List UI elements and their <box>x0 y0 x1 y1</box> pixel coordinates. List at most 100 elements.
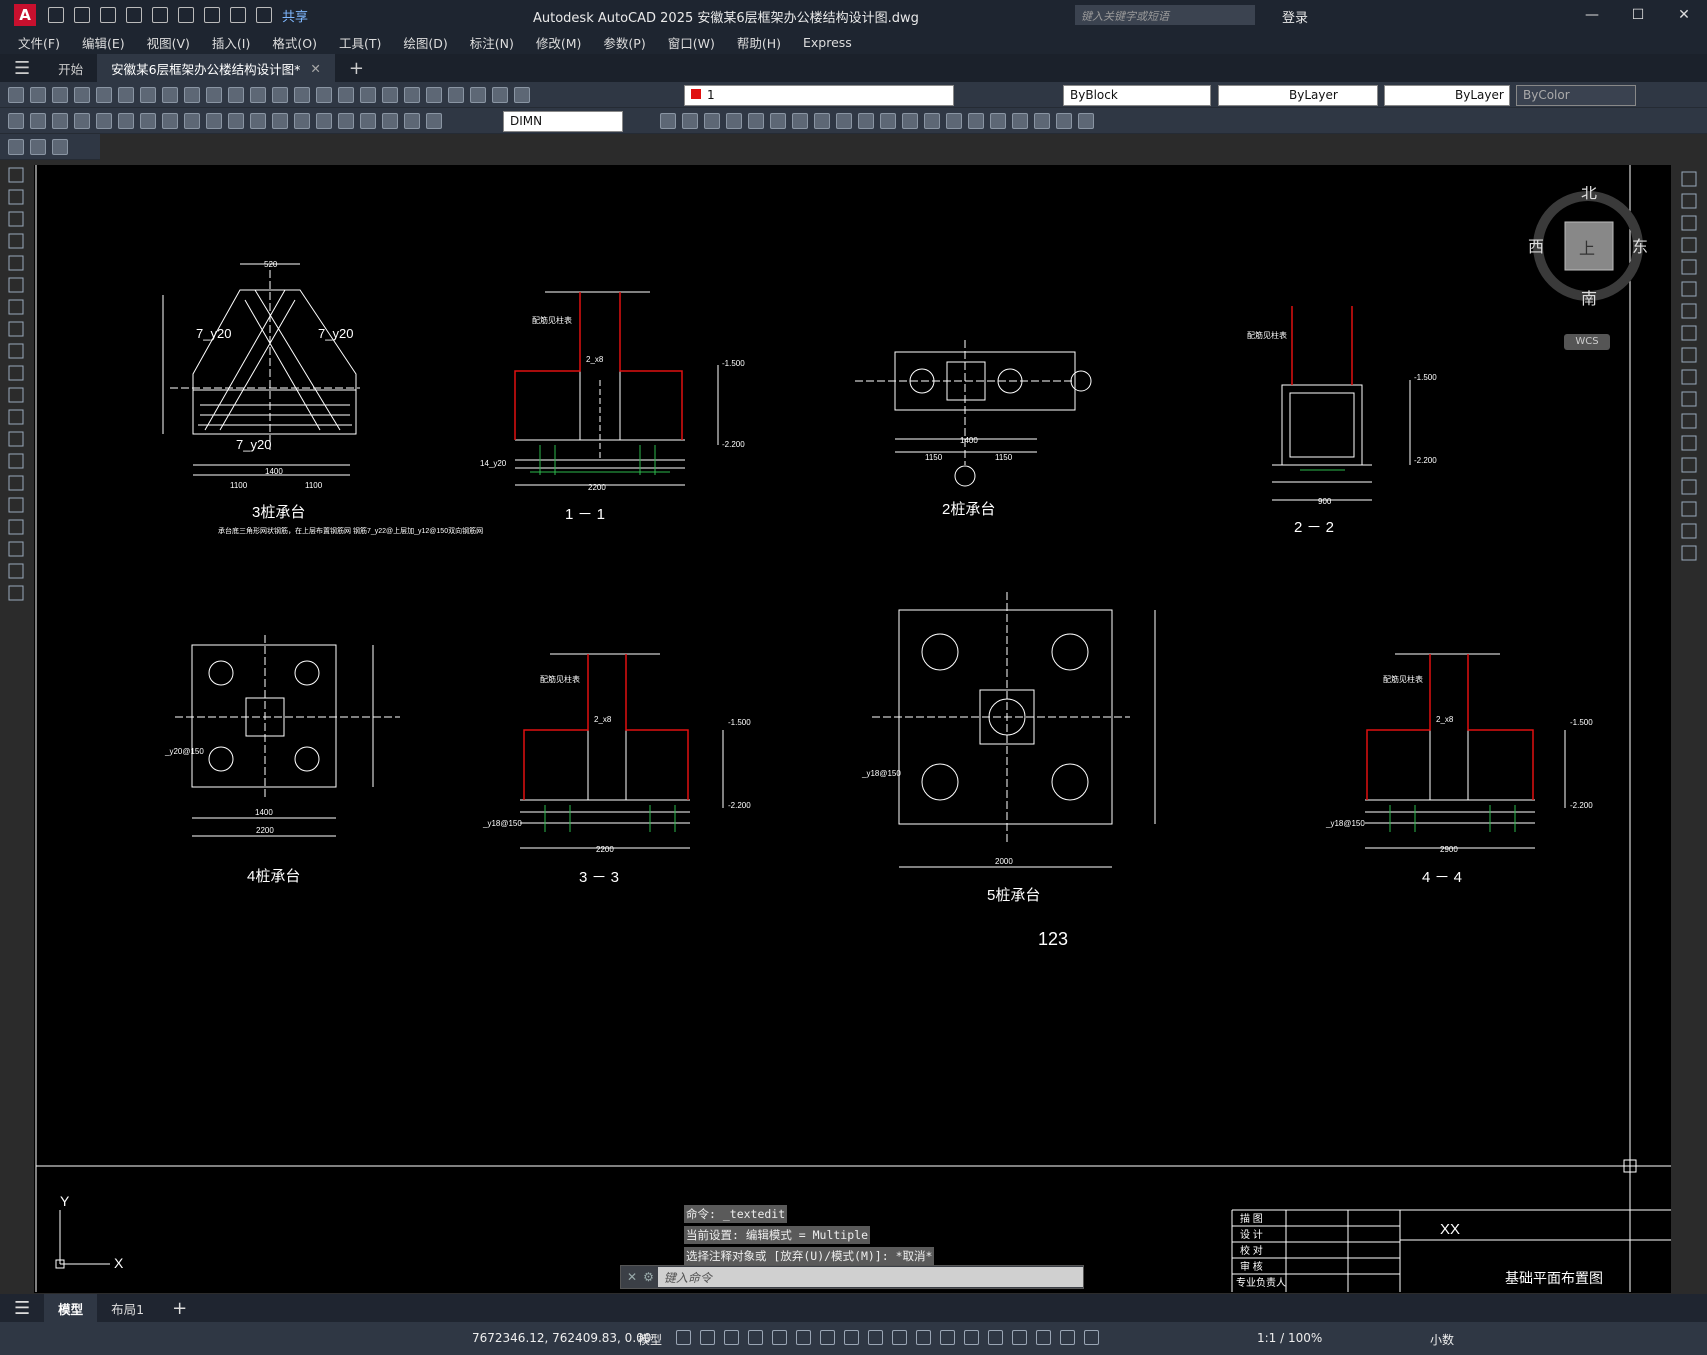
explode-icon[interactable] <box>968 113 984 129</box>
markup-icon[interactable] <box>448 87 464 103</box>
app-menu-icon[interactable]: ☰ <box>0 54 44 82</box>
transparency-icon[interactable] <box>916 1330 931 1345</box>
polygon-icon[interactable] <box>8 233 24 249</box>
login-button[interactable]: 登录 <box>1282 7 1308 26</box>
tool-palette-icon[interactable] <box>404 87 420 103</box>
add-layout-icon[interactable]: + <box>158 1294 201 1322</box>
open-icon[interactable] <box>30 87 46 103</box>
menu-file[interactable]: 文件(F) <box>18 33 60 52</box>
properties-icon[interactable] <box>360 87 376 103</box>
dim-break-icon[interactable] <box>272 113 288 129</box>
dim-arc-icon[interactable] <box>52 113 68 129</box>
units-select[interactable]: 小数 <box>1430 1331 1454 1348</box>
image-icon[interactable] <box>1056 113 1072 129</box>
copy-obj-icon[interactable] <box>660 113 676 129</box>
zoom-prev-icon[interactable] <box>338 87 354 103</box>
extend-icon[interactable] <box>1681 391 1697 407</box>
dim-jogged-icon[interactable] <box>118 113 134 129</box>
dimstyle-select[interactable]: DIMN <box>503 111 623 132</box>
infer-icon[interactable] <box>724 1330 739 1345</box>
move-icon[interactable] <box>1681 281 1697 297</box>
selection-filter-icon[interactable] <box>1012 1330 1027 1345</box>
minimize-icon[interactable]: — <box>1569 0 1615 30</box>
line-icon[interactable] <box>8 167 24 183</box>
array-icon[interactable] <box>1681 259 1697 275</box>
dim-space-icon[interactable] <box>250 113 266 129</box>
3dosnap-icon[interactable] <box>964 1330 979 1345</box>
open-icon[interactable] <box>74 7 90 23</box>
osnap-icon[interactable] <box>868 1330 883 1345</box>
new-icon[interactable] <box>8 87 24 103</box>
isodraft-icon[interactable] <box>820 1330 835 1345</box>
snap-icon[interactable] <box>700 1330 715 1345</box>
menu-edit[interactable]: 编辑(E) <box>82 33 125 52</box>
chamfer-icon[interactable] <box>1681 479 1697 495</box>
dim-angular-icon[interactable] <box>162 113 178 129</box>
dim-radius-icon[interactable] <box>96 113 112 129</box>
save-icon[interactable] <box>52 87 68 103</box>
menu-parametric[interactable]: 参数(P) <box>603 33 645 52</box>
undo-icon[interactable] <box>228 87 244 103</box>
fillet-icon[interactable] <box>1681 501 1697 517</box>
spline-icon[interactable] <box>8 343 24 359</box>
redo-icon[interactable] <box>256 7 272 23</box>
arc-icon[interactable] <box>8 277 24 293</box>
insert-block-icon[interactable] <box>8 409 24 425</box>
gradient-icon[interactable] <box>8 497 24 513</box>
xref-icon[interactable] <box>1034 113 1050 129</box>
save-web-icon[interactable] <box>178 7 194 23</box>
close-icon[interactable]: ✕ <box>1661 0 1707 30</box>
dim-baseline-icon[interactable] <box>206 113 222 129</box>
attach-icon[interactable] <box>1078 113 1094 129</box>
revcloud-icon[interactable] <box>8 321 24 337</box>
grid-icon[interactable] <box>676 1330 691 1345</box>
copy-icon[interactable] <box>162 87 178 103</box>
table-icon[interactable] <box>8 541 24 557</box>
gizmo-icon[interactable] <box>1036 1330 1051 1345</box>
viewcube-west[interactable]: 西 <box>1528 237 1544 256</box>
command-close-icon[interactable]: ✕ <box>627 1270 637 1284</box>
viewcube-face[interactable]: 上 <box>1579 239 1595 258</box>
rectangle-icon[interactable] <box>8 255 24 271</box>
rotate-icon[interactable] <box>1681 303 1697 319</box>
sheetset-icon[interactable] <box>426 87 442 103</box>
mtext-icon[interactable] <box>8 563 24 579</box>
coordinate-readout[interactable]: 7672346.12, 762409.83, 0.00 <box>472 1331 651 1345</box>
plotstyle-select[interactable]: ByColor <box>1516 85 1636 106</box>
command-customize-icon[interactable]: ⚙ <box>643 1270 654 1284</box>
zoom-icon[interactable] <box>294 87 310 103</box>
app-logo[interactable]: A <box>14 4 36 26</box>
linetype-select[interactable]: ByLayer <box>1218 85 1378 106</box>
tab-model[interactable]: 模型 <box>44 1294 98 1322</box>
copy-icon[interactable] <box>1681 193 1697 209</box>
ellipse-arc-icon[interactable] <box>8 387 24 403</box>
region-icon[interactable] <box>8 519 24 535</box>
zoom-window-icon[interactable] <box>316 87 332 103</box>
viewcube-south[interactable]: 南 <box>1581 289 1597 306</box>
join-icon[interactable] <box>1681 457 1697 473</box>
construction-line-icon[interactable] <box>8 189 24 205</box>
chamfer-icon[interactable] <box>924 113 940 129</box>
block-icon[interactable] <box>990 113 1006 129</box>
extend-icon[interactable] <box>858 113 874 129</box>
stretch-icon[interactable] <box>1681 347 1697 363</box>
print-icon[interactable] <box>74 87 90 103</box>
preview-icon[interactable] <box>96 87 112 103</box>
tab-layout1[interactable]: 布局1 <box>97 1294 158 1322</box>
color-select[interactable]: ByBlock <box>1063 85 1211 106</box>
dynamic-input-icon[interactable] <box>748 1330 763 1345</box>
open-web-icon[interactable] <box>152 7 168 23</box>
dim-diameter-icon[interactable] <box>140 113 156 129</box>
viewport-icon[interactable] <box>30 139 46 155</box>
dim-aligned-icon[interactable] <box>30 113 46 129</box>
break-icon[interactable] <box>880 113 896 129</box>
match-prop-icon[interactable] <box>206 87 222 103</box>
command-input[interactable]: 键入命令 <box>657 1267 1083 1287</box>
offset-icon[interactable] <box>704 113 720 129</box>
hatch-icon[interactable] <box>8 475 24 491</box>
trim-icon[interactable] <box>1681 369 1697 385</box>
blend-icon[interactable] <box>1681 523 1697 539</box>
mirror-icon[interactable] <box>682 113 698 129</box>
publish-icon[interactable] <box>118 87 134 103</box>
point-icon[interactable] <box>8 453 24 469</box>
